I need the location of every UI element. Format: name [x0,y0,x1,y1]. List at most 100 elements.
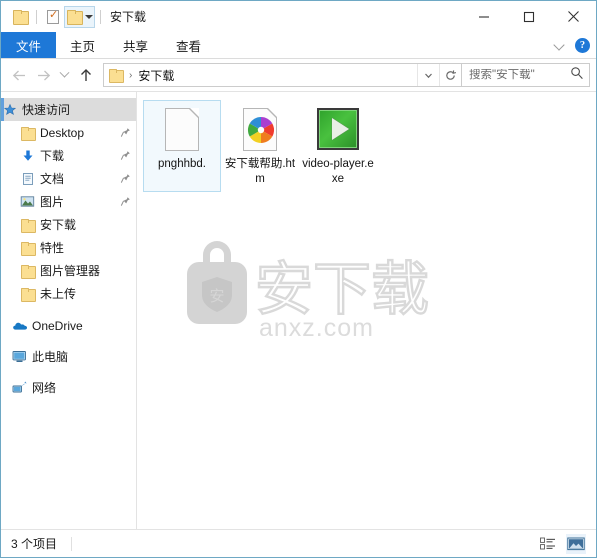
sidebar-item-label: 此电脑 [32,350,69,364]
search-input[interactable] [469,69,570,81]
view-mode-buttons [538,530,586,558]
maximize-button[interactable] [506,1,551,32]
folder-icon-button[interactable] [9,6,31,28]
tab-file[interactable]: 文件 [1,32,57,58]
pin-icon[interactable] [119,127,132,138]
pictures-icon [19,194,36,210]
file-item[interactable]: video-player.exe [299,100,377,192]
recent-locations-button[interactable] [55,62,73,88]
folder-icon [12,10,29,25]
status-bar: 3 个项目 [1,529,596,557]
up-button[interactable] [73,62,99,88]
sidebar-item-label: 图片 [40,195,65,209]
sidebar-item-documents[interactable]: 文档 [1,167,136,190]
title-bar: 安下载 [1,1,596,32]
sidebar-item-label: 未上传 [40,287,77,301]
sidebar-item-this-pc[interactable]: 此电脑 [1,345,136,368]
back-button[interactable] [7,62,31,88]
breadcrumb-bar[interactable]: › 安下载 [103,63,462,87]
status-divider [71,536,73,551]
sidebar-item-label: 网络 [32,381,57,395]
watermark-logo: 安 安下载 anxz.com [187,241,430,341]
green-play-exe-icon [314,105,362,153]
sidebar-item-not-uploaded[interactable]: 未上传 [1,282,136,305]
svg-text:安: 安 [209,287,224,305]
folder-icon [19,263,36,279]
toolbar-divider [100,9,101,24]
search-icon[interactable] [570,66,584,85]
blank-document-icon [158,105,206,153]
chevron-down-icon [84,14,93,19]
svg-text:安下载: 安下载 [255,255,429,323]
star-pin-icon [1,102,18,118]
doc-check-icon-button[interactable] [42,6,64,28]
tab-home[interactable]: 主页 [56,32,109,58]
address-dropdown-button[interactable] [417,64,439,86]
pin-icon[interactable] [119,150,132,161]
chevron-down-icon[interactable] [554,40,565,51]
help-icon[interactable]: ? [575,38,590,53]
quick-access-toolbar: 安下载 [1,5,147,28]
sidebar-item-label: 特性 [40,241,65,255]
sidebar-item-onedrive[interactable]: OneDrive [1,314,136,337]
navigation-pane: 快速访问 Desktop 下载 文档 图片 安下载 特性 图片管理器 未上传 O… [1,92,137,529]
tab-view[interactable]: 查看 [162,32,215,58]
folder-icon [19,217,36,233]
breadcrumb-path[interactable]: 安下载 [138,67,174,84]
folder-icon [19,125,36,141]
sidebar-item-network[interactable]: 网络 [1,376,136,399]
sidebar-item-label: 安下载 [40,218,77,232]
sidebar-item-pictures[interactable]: 图片 [1,190,136,213]
pin-icon[interactable] [119,196,132,207]
onedrive-cloud-icon [11,318,28,334]
sidebar-item-downloads[interactable]: 下载 [1,144,136,167]
breadcrumb[interactable]: › 安下载 [104,67,417,84]
file-name: video-player.exe [302,158,374,185]
sidebar-item-label: 图片管理器 [40,264,101,278]
sidebar-item-quick-access[interactable]: 快速访问 [1,98,136,121]
file-grid: pnghhbd. 安下载帮助.htm video-player.exe [137,92,596,192]
html-pinwheel-icon [236,105,284,153]
address-bar: › 安下载 [1,59,596,91]
download-arrow-icon [19,148,36,164]
sidebar-item-label: 文档 [40,172,65,186]
svg-text:anxz.com: anxz.com [259,314,374,341]
file-name: 安下载帮助.htm [224,158,296,185]
toolbar-divider [36,9,37,24]
sidebar-item-picture-manager[interactable]: 图片管理器 [1,259,136,282]
watermark: 安 安下载 anxz.com [151,232,431,342]
details-view-icon[interactable] [538,534,558,554]
sidebar-item-label: 快速访问 [22,103,71,117]
file-item[interactable]: pnghhbd. [143,100,221,192]
sidebar-item-label: 下载 [40,149,65,163]
item-count-label: 3 个项目 [11,537,58,551]
tab-share[interactable]: 共享 [109,32,162,58]
this-pc-monitor-icon [11,349,28,365]
sidebar-item-label: OneDrive [32,318,83,333]
close-button[interactable] [551,1,596,32]
sidebar-item-anxiazai[interactable]: 安下载 [1,213,136,236]
ribbon-right-controls: ? [554,32,590,59]
documents-icon [19,171,36,187]
folder-icon [66,10,83,25]
folder-icon [109,69,124,83]
search-box[interactable] [462,63,590,87]
sidebar-item-texing[interactable]: 特性 [1,236,136,259]
minimize-button[interactable] [461,1,506,32]
window-title: 安下载 [110,10,147,24]
customize-toolbar-button[interactable] [64,5,95,28]
folder-icon [19,240,36,256]
window-body: 快速访问 Desktop 下载 文档 图片 安下载 特性 图片管理器 未上传 O… [1,91,596,529]
refresh-button[interactable] [439,64,461,86]
pin-icon[interactable] [119,173,132,184]
sidebar-item-desktop[interactable]: Desktop [1,121,136,144]
window-controls [461,1,596,32]
folder-icon [19,286,36,302]
file-item[interactable]: 安下载帮助.htm [221,100,299,192]
large-icons-view-icon[interactable] [566,534,586,554]
sidebar-item-label: Desktop [40,125,85,140]
breadcrumb-separator: › [129,69,133,81]
file-list-view[interactable]: 安 安下载 anxz.com pnghhbd. 安下载帮助.htm video-… [137,92,596,529]
forward-button[interactable] [31,62,55,88]
